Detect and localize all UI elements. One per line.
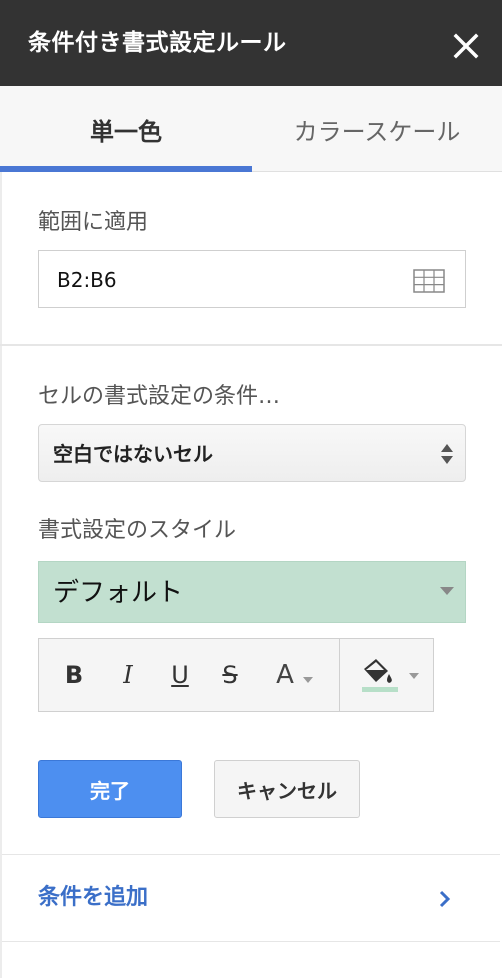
italic-button[interactable]: I [111,639,145,711]
close-icon [453,33,479,59]
panel-header: 条件付き書式設定ルール [0,0,502,86]
section-divider [0,344,502,346]
fill-color-button[interactable] [347,639,431,711]
cancel-button[interactable]: キャンセル [214,760,360,818]
paint-bucket-icon [362,659,398,692]
text-color-icon: A [276,660,294,690]
tab-color-scale[interactable]: カラースケール [252,86,502,172]
range-value: B2:B6 [57,268,117,292]
style-selected-value: デフォルト [53,578,184,608]
range-label: 範囲に適用 [38,210,149,235]
done-button[interactable]: 完了 [38,760,182,818]
condition-selected-value: 空白ではないセル [53,442,213,466]
tab-bar: 単一色 カラースケール [0,86,502,172]
condition-label: セルの書式設定の条件… [38,384,281,409]
text-color-button[interactable]: A [263,639,327,711]
chevron-right-icon [439,890,451,908]
grid-select-icon[interactable] [413,269,445,293]
chevron-down-icon [409,673,419,679]
add-condition-label: 条件を追加 [38,885,149,910]
bold-button[interactable]: B [57,639,91,711]
style-label: 書式設定のスタイル [38,518,237,543]
chevron-down-icon [302,677,313,683]
style-dropdown[interactable]: デフォルト [38,561,466,623]
select-arrows-icon [441,444,453,464]
chevron-down-icon [440,587,454,595]
panel-title: 条件付き書式設定ルール [28,30,287,56]
strikethrough-button[interactable]: S [213,639,247,711]
format-toolbar: B I U S A [38,638,434,712]
close-button[interactable] [446,26,486,66]
condition-select[interactable]: 空白ではないセル [38,424,466,482]
tab-single-color[interactable]: 単一色 [0,86,252,172]
conditional-format-panel: 条件付き書式設定ルール 単一色 カラースケール 範囲に適用 B2:B6 セルの書… [0,0,502,978]
toolbar-separator [339,639,340,711]
range-input[interactable]: B2:B6 [38,250,466,308]
active-tab-indicator [0,166,252,172]
underline-button[interactable]: U [163,639,197,711]
add-condition-row[interactable]: 条件を追加 [2,854,500,942]
